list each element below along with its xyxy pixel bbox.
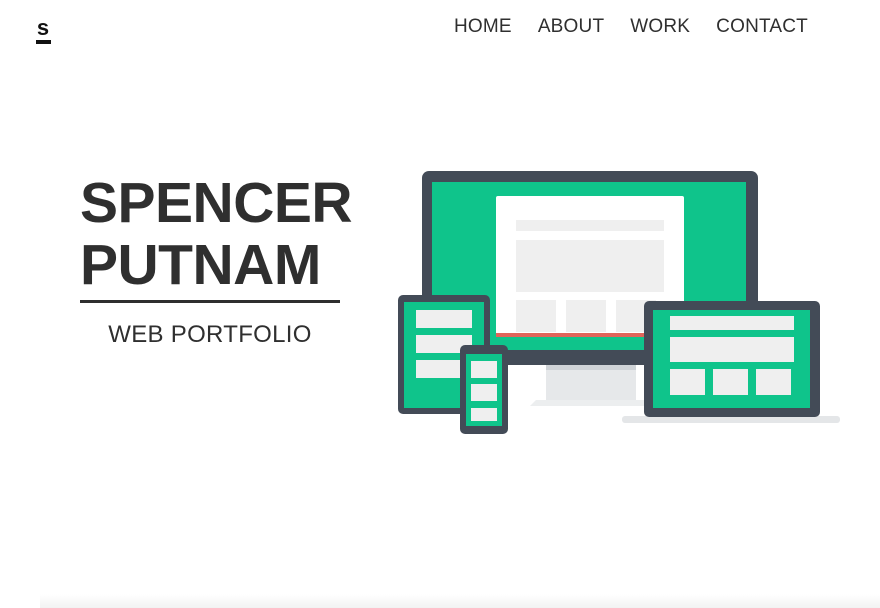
hero-last-name: PUTNAM bbox=[80, 233, 321, 297]
logo-letter: s bbox=[36, 15, 50, 40]
devices-svg bbox=[398, 171, 840, 434]
hero-title-block: SPENCER PUTNAM WEB PORTFOLIO bbox=[80, 171, 353, 349]
nav-contact-link[interactable]: CONTACT bbox=[716, 16, 808, 38]
phone-icon bbox=[460, 345, 508, 434]
laptop-icon bbox=[622, 301, 840, 423]
page: s HOME ABOUT WORK CONTACT SPENCER PUTNAM… bbox=[0, 0, 880, 608]
main-nav: HOME ABOUT WORK CONTACT bbox=[454, 16, 808, 38]
logo-underline bbox=[35, 40, 51, 44]
nav-home-link[interactable]: HOME bbox=[454, 16, 512, 38]
hero-subtitle: WEB PORTFOLIO bbox=[108, 321, 312, 348]
title-divider bbox=[80, 300, 340, 303]
hero-first-name: SPENCER bbox=[80, 171, 353, 235]
nav-about-link[interactable]: ABOUT bbox=[538, 16, 604, 38]
site-logo[interactable]: s bbox=[35, 15, 51, 44]
responsive-devices-illustration bbox=[396, 168, 844, 443]
nav-work-link[interactable]: WORK bbox=[630, 16, 690, 38]
section-divider-shadow bbox=[40, 594, 880, 608]
